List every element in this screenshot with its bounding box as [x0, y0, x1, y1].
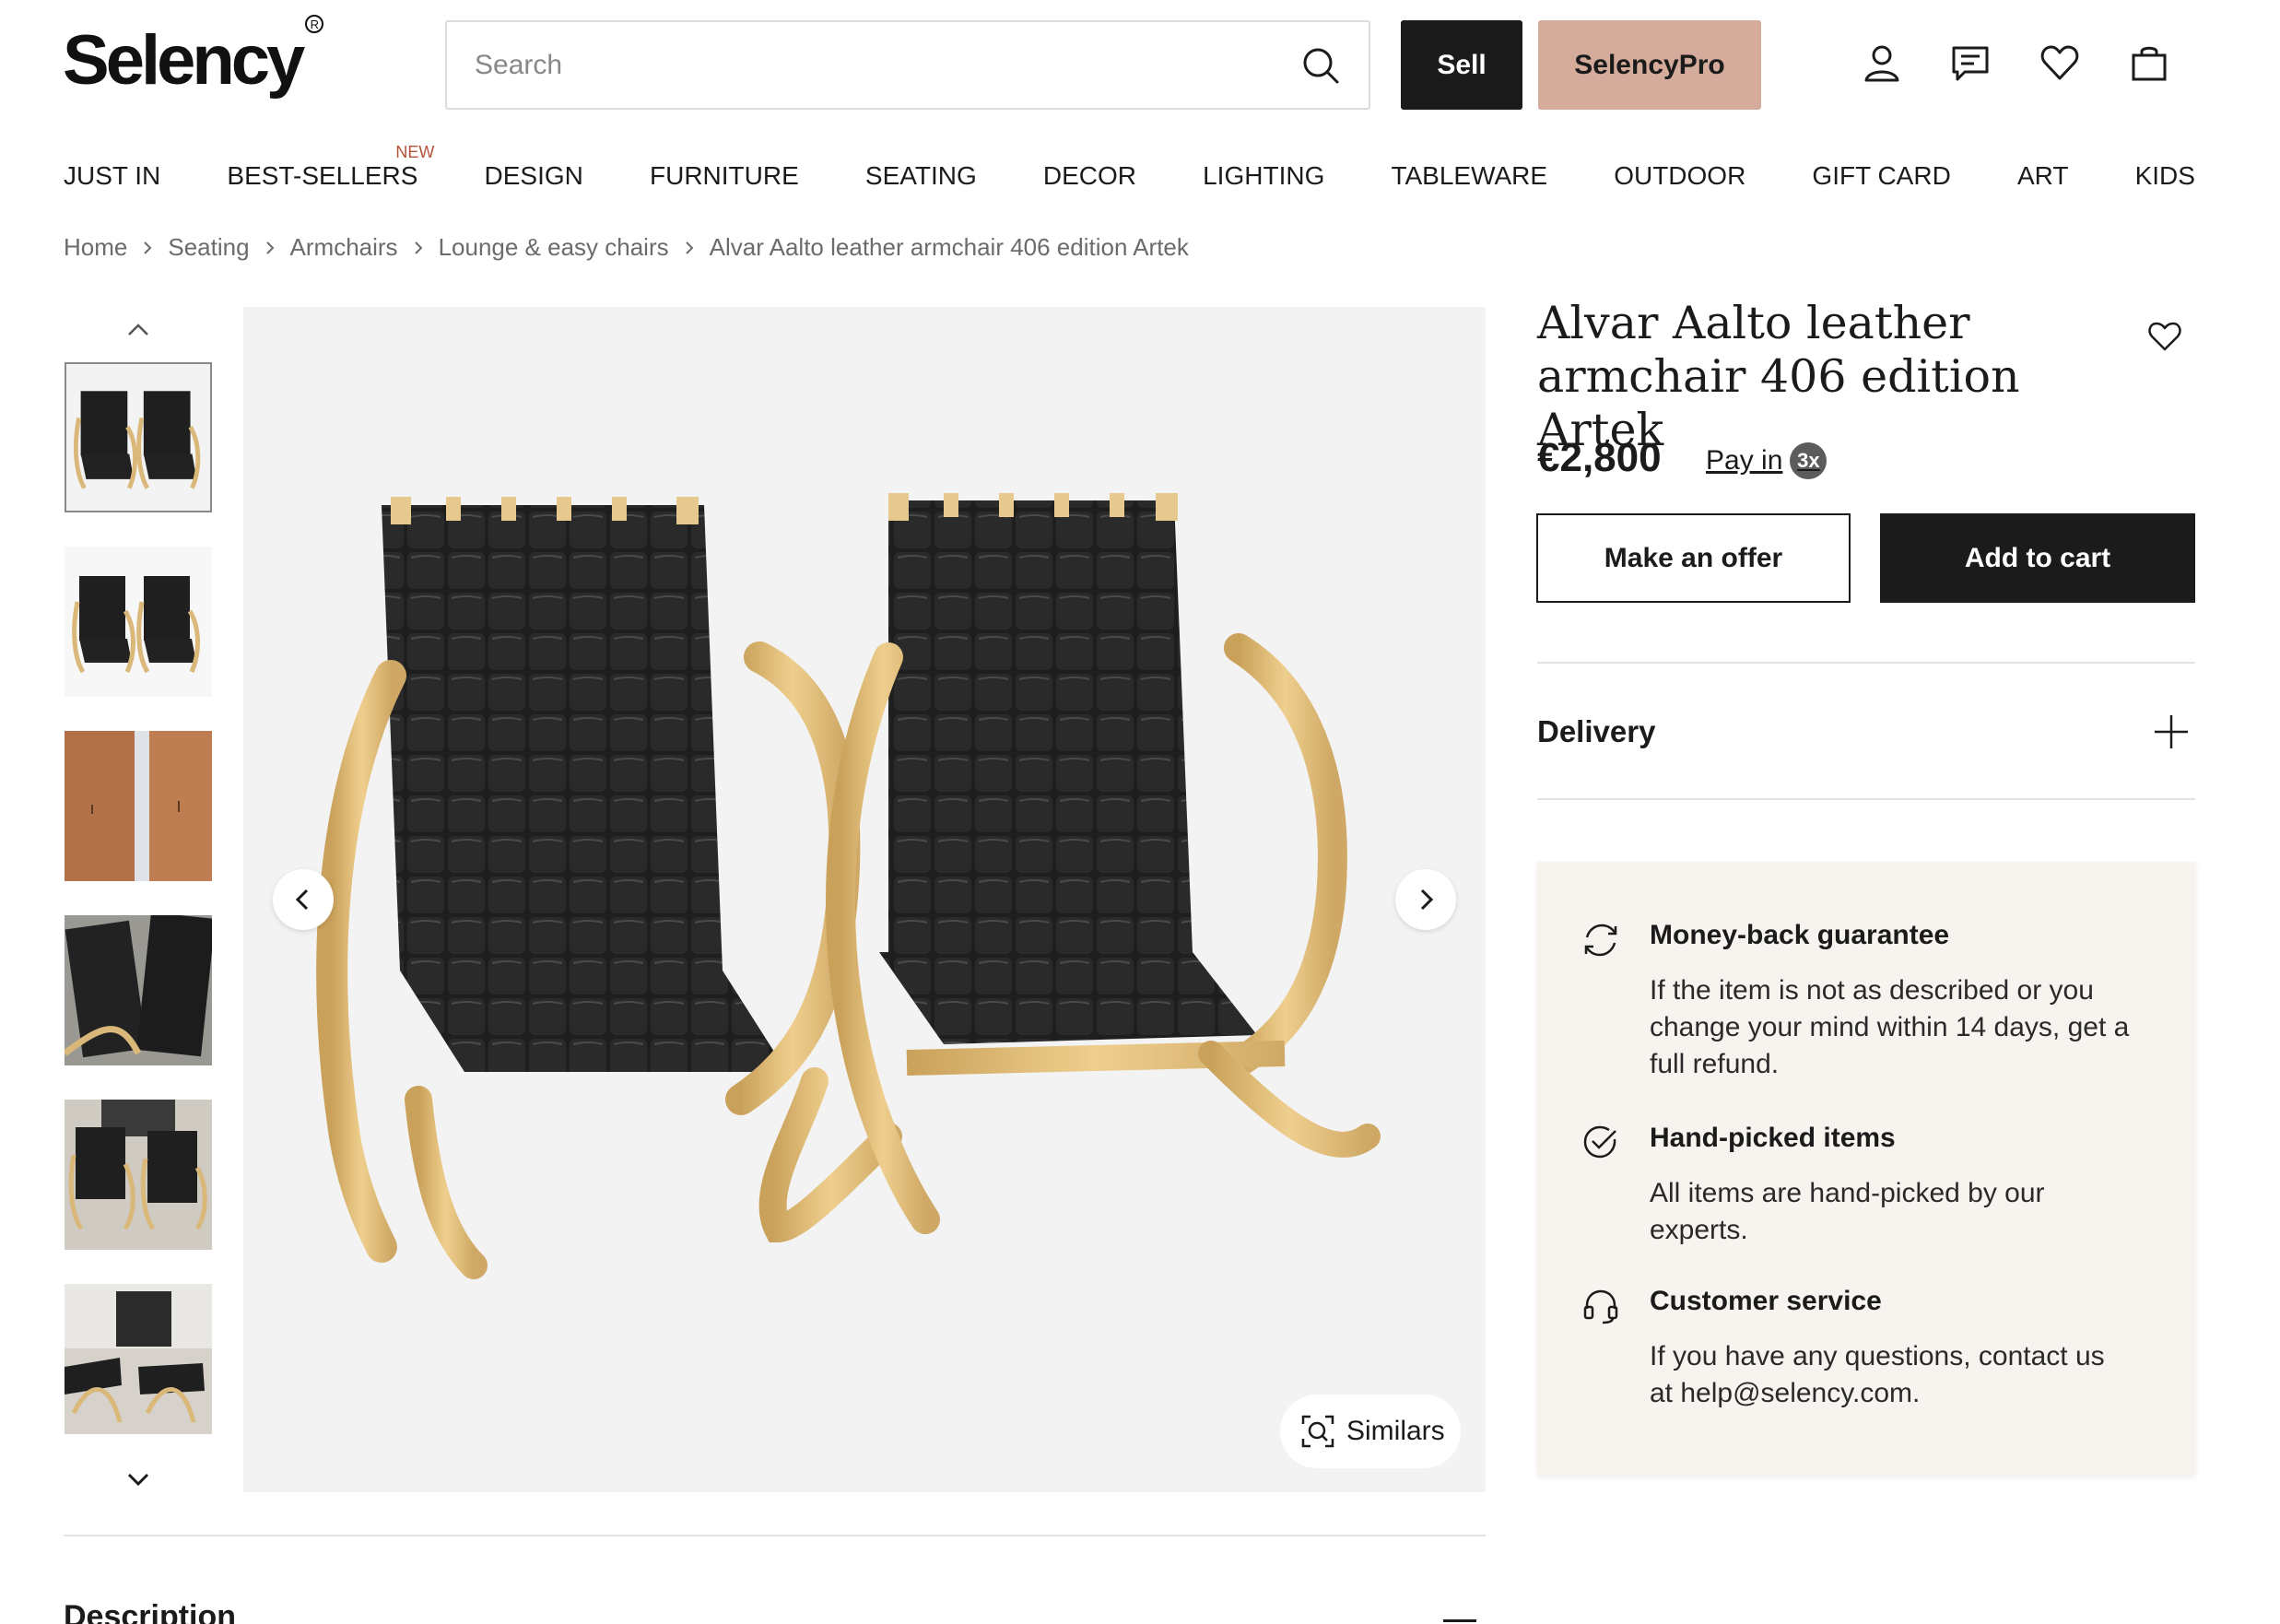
customer-service-line-2: at help@selency.com. — [1650, 1378, 1921, 1408]
chevron-right-icon — [414, 241, 422, 254]
nav-just-in[interactable]: JUST IN — [64, 161, 160, 191]
check-circle-icon — [1583, 1125, 1616, 1159]
nav-kids[interactable]: KIDS — [2135, 161, 2195, 191]
chair-room-image — [65, 1100, 212, 1250]
thumbnail-5[interactable] — [65, 1100, 212, 1250]
image-next-button[interactable] — [1395, 869, 1456, 930]
thumbnail-6[interactable] — [65, 1284, 212, 1434]
breadcrumb-lounge-easy-chairs[interactable]: Lounge & easy chairs — [439, 233, 669, 262]
breadcrumb-home[interactable]: Home — [64, 233, 127, 262]
guarantees-panel: Money-back guarantee If the item is not … — [1537, 862, 2195, 1476]
description-accordion-title[interactable]: Description — [64, 1601, 236, 1624]
chair-closeup-image — [65, 915, 212, 1065]
nav-lighting[interactable]: LIGHTING — [1203, 161, 1324, 191]
visual-search-icon — [1301, 1415, 1334, 1448]
pay-in-installments-link[interactable]: Pay in 3x — [1706, 442, 1828, 479]
search-input[interactable]: Search — [445, 20, 1370, 110]
nav-gift-card[interactable]: GIFT CARD — [1812, 161, 1950, 191]
expand-plus-icon[interactable] — [2153, 713, 2190, 750]
nav-seating[interactable]: SEATING — [865, 161, 977, 191]
messages-icon[interactable] — [1950, 42, 1991, 83]
similars-button[interactable]: Similars — [1280, 1395, 1461, 1468]
thumbnail-1[interactable] — [65, 362, 212, 512]
money-back-line-3: full refund. — [1650, 1049, 1780, 1079]
money-back-line-2: change your mind within 14 days, get a — [1650, 1012, 2130, 1042]
thumbnail-scroll-down-icon[interactable] — [120, 1462, 157, 1499]
chevron-right-icon — [685, 241, 694, 254]
nav-outdoor[interactable]: OUTDOOR — [1614, 161, 1745, 191]
new-badge: NEW — [395, 143, 435, 161]
divider — [1537, 662, 2195, 664]
divider — [1537, 798, 2195, 800]
chevron-right-icon — [144, 241, 152, 254]
search-icon[interactable] — [1300, 45, 1341, 86]
similars-label: Similars — [1346, 1416, 1445, 1446]
nav-best-sellers[interactable]: BEST-SELLERS NEW — [227, 143, 434, 191]
cart-bag-icon[interactable] — [2129, 42, 2169, 83]
pay-in-label: Pay in — [1706, 445, 1783, 476]
breadcrumb-current-product: Alvar Aalto leather armchair 406 edition… — [709, 233, 1189, 261]
search-placeholder: Search — [475, 49, 563, 80]
add-to-cart-button[interactable]: Add to cart — [1880, 513, 2195, 603]
chevron-right-icon — [1420, 888, 1434, 911]
hand-picked-line-1: All items are hand-picked by our — [1650, 1178, 2045, 1208]
thumbnail-scroll-up-icon[interactable] — [120, 311, 157, 347]
selency-pro-button[interactable]: SelencyPro — [1538, 20, 1761, 110]
money-back-title: Money-back guarantee — [1650, 920, 1950, 950]
headset-icon — [1583, 1289, 1618, 1324]
breadcrumb: Home Seating Armchairs Lounge & easy cha… — [64, 233, 1189, 262]
hand-picked-text: All items are hand-picked by our experts… — [1650, 1175, 2166, 1249]
chair-pair-image — [66, 364, 210, 511]
wood-detail-image — [65, 731, 212, 881]
nav-furniture[interactable]: FURNITURE — [650, 161, 799, 191]
nav-decor[interactable]: DECOR — [1043, 161, 1136, 191]
main-navigation: JUST IN BEST-SELLERS NEW DESIGN FURNITURE… — [64, 143, 2195, 191]
image-previous-button[interactable] — [273, 869, 334, 930]
hand-picked-line-2: experts. — [1650, 1215, 1748, 1245]
refresh-icon — [1584, 924, 1617, 957]
sell-button[interactable]: Sell — [1401, 20, 1522, 110]
thumbnail-2[interactable] — [65, 547, 212, 697]
money-back-text: If the item is not as described or you c… — [1650, 972, 2166, 1083]
make-offer-button[interactable]: Make an offer — [1536, 513, 1851, 603]
product-title: Alvar Aalto leather armchair 406 edition… — [1537, 297, 2020, 456]
installments-badge: 3x — [1790, 442, 1828, 479]
thumbnail-4[interactable] — [65, 915, 212, 1065]
nav-art[interactable]: ART — [2017, 161, 2069, 191]
chair-fireplace-image — [65, 1284, 212, 1434]
chevron-left-icon — [295, 888, 309, 911]
breadcrumb-seating[interactable]: Seating — [168, 233, 249, 262]
favorite-heart-icon[interactable] — [2146, 318, 2183, 355]
thumbnail-3[interactable] — [65, 731, 212, 881]
breadcrumb-armchairs[interactable]: Armchairs — [290, 233, 398, 262]
chevron-right-icon — [265, 241, 274, 254]
chair-pair-image — [65, 547, 212, 697]
hand-picked-title: Hand-picked items — [1650, 1123, 1896, 1153]
money-back-line-1: If the item is not as described or you — [1650, 975, 2094, 1006]
nav-design[interactable]: DESIGN — [485, 161, 583, 191]
main-product-image[interactable]: Similars — [243, 307, 1486, 1492]
favorites-heart-icon[interactable] — [2039, 42, 2080, 83]
armchairs-photo — [316, 493, 1381, 1279]
nav-best-sellers-label: BEST-SELLERS — [227, 161, 418, 190]
nav-tableware[interactable]: TABLEWARE — [1391, 161, 1547, 191]
delivery-accordion-label[interactable]: Delivery — [1537, 714, 1655, 749]
customer-service-line-1: If you have any questions, contact us — [1650, 1341, 2105, 1371]
selency-logo[interactable]: Selency R — [63, 15, 324, 96]
registered-mark: R — [305, 15, 324, 34]
collapse-minus-icon[interactable] — [1443, 1619, 1476, 1622]
customer-service-title: Customer service — [1650, 1286, 1882, 1316]
account-icon[interactable] — [1862, 42, 1902, 83]
customer-service-text: If you have any questions, contact us at… — [1650, 1338, 2166, 1412]
product-price: €2,800 — [1537, 435, 1662, 480]
divider — [64, 1535, 1486, 1536]
